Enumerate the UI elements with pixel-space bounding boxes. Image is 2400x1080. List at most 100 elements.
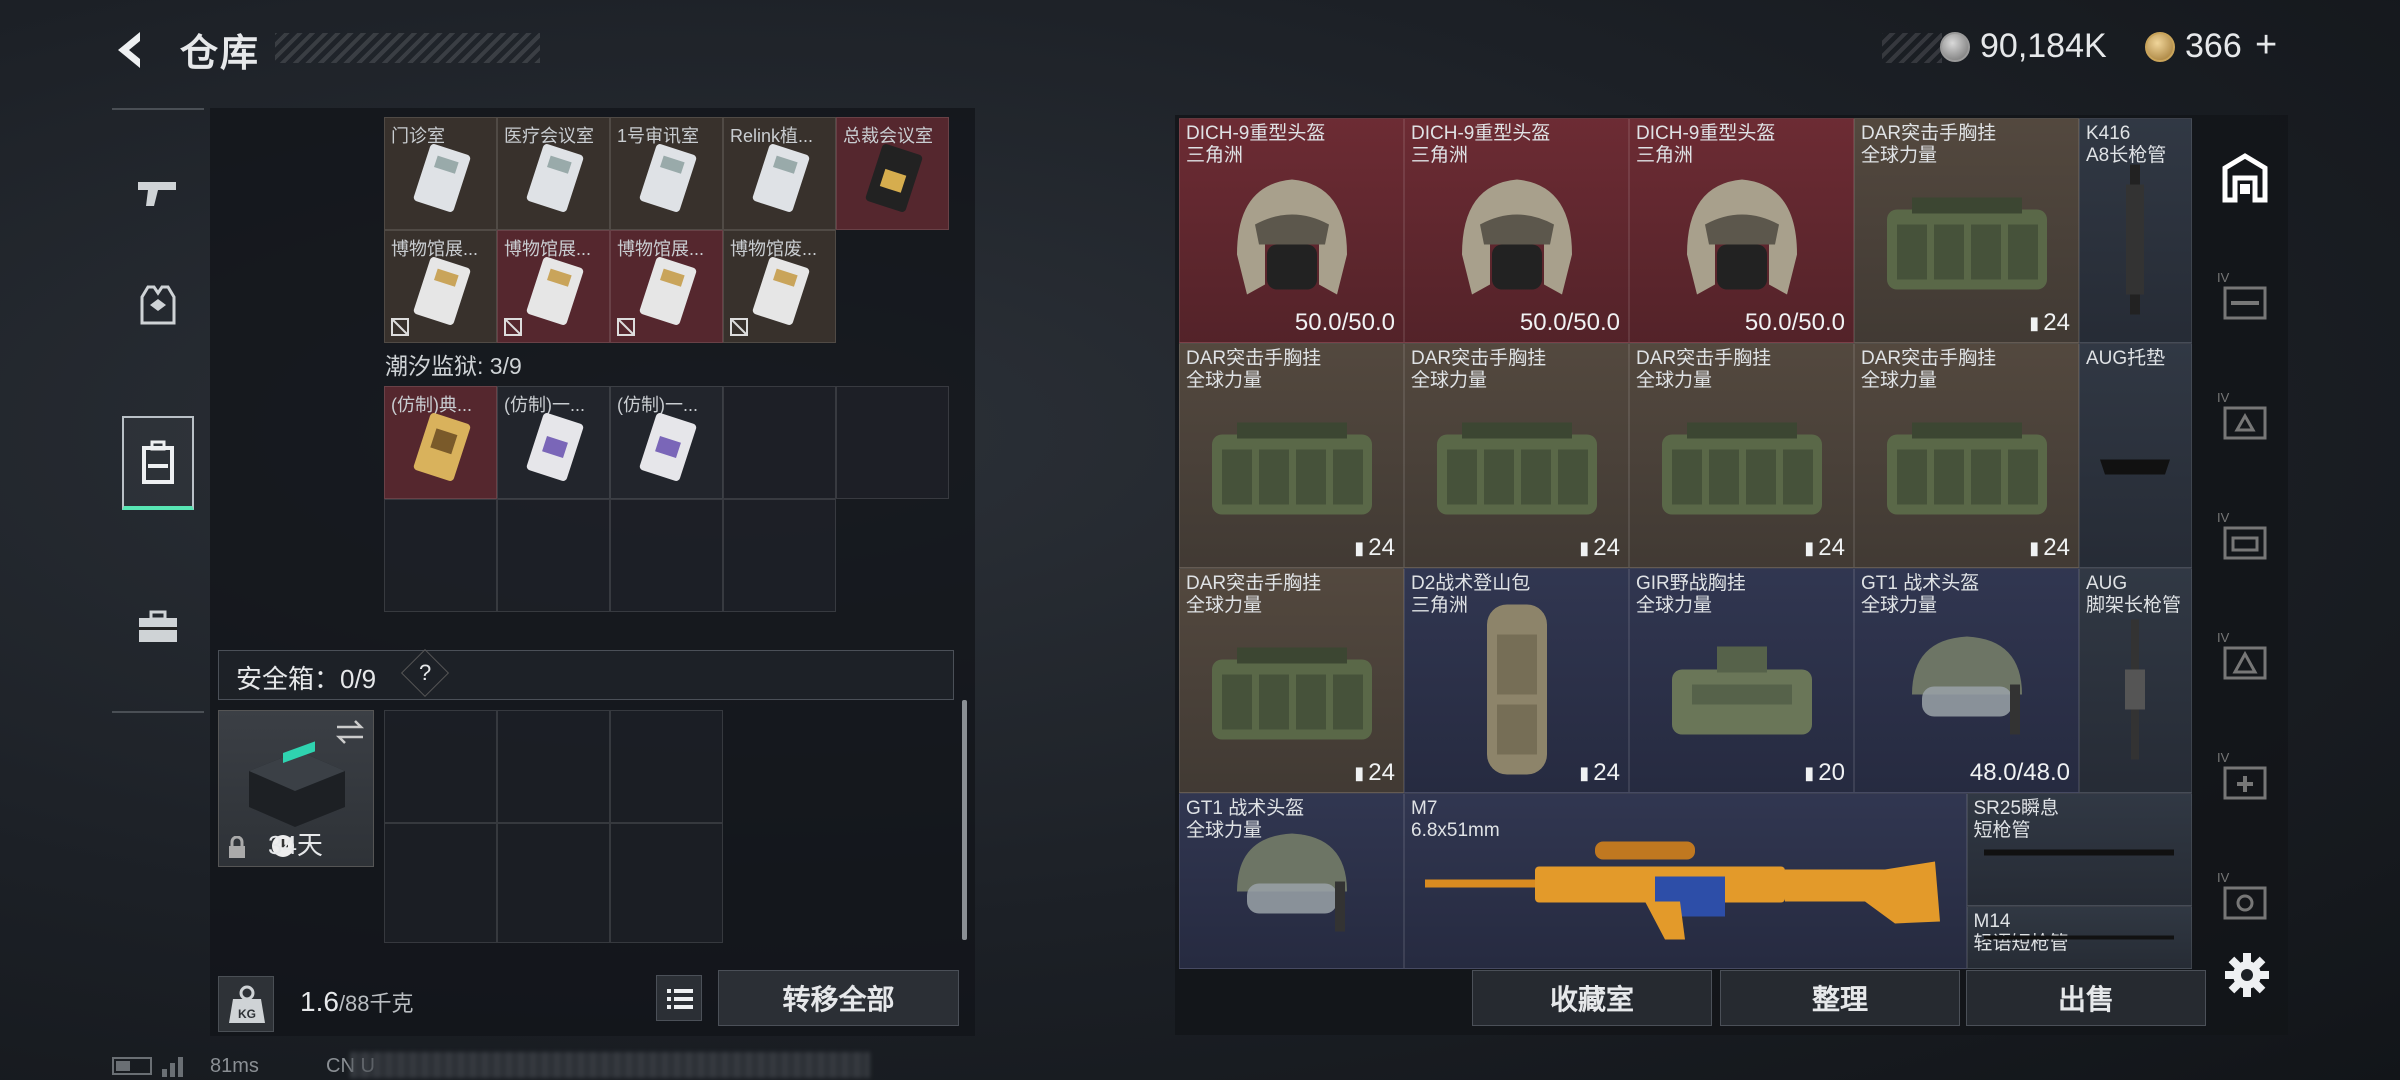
item-name: DAR突击手胸挂	[1861, 348, 1997, 369]
empty-slot[interactable]	[384, 499, 497, 612]
item-value: 50.0/50.0	[1745, 309, 1845, 337]
helmet-tac-icon	[1892, 624, 2042, 759]
empty-slot[interactable]	[723, 499, 836, 612]
helmet-heavy-icon	[1657, 164, 1827, 319]
empty-slot[interactable]	[723, 386, 836, 499]
settings-gear-icon[interactable]	[2222, 950, 2272, 1000]
keycard-slot[interactable]: 总裁会议室	[836, 117, 949, 230]
safe-case-icon	[249, 741, 345, 827]
storage-item-slot[interactable]: DICH-9重型头盔 三角洲 50.0/50.0	[1404, 118, 1629, 343]
left-scrollbar[interactable]	[962, 700, 967, 940]
nav-storage[interactable]	[122, 416, 194, 510]
sell-button[interactable]: 出售	[1966, 970, 2206, 1026]
barrel2-icon	[2115, 619, 2155, 764]
swap-icon[interactable]	[335, 719, 365, 745]
storage-item-slot[interactable]: GT1 战术头盔 全球力量 48.0/48.0	[1854, 568, 2079, 793]
storage-item-slot[interactable]: DICH-9重型头盔 三角洲 50.0/50.0	[1629, 118, 1854, 343]
storage-tab-iv-1[interactable]: IV	[2215, 268, 2275, 328]
item-value: ▮ 24	[2029, 534, 2070, 562]
currency-stripe-decoration	[1882, 33, 1942, 63]
empty-slot[interactable]	[384, 823, 497, 943]
storage-tab-iv-2[interactable]: IV	[2215, 388, 2275, 448]
keycard-slot[interactable]: 门诊室	[384, 117, 497, 230]
nav-weapons[interactable]	[122, 146, 194, 240]
storage-item-slot[interactable]: DICH-9重型头盔 三角洲 50.0/50.0	[1179, 118, 1404, 343]
vest-icon	[1197, 629, 1387, 754]
empty-slot[interactable]	[384, 710, 497, 823]
collection-room-button[interactable]: 收藏室	[1472, 970, 1712, 1026]
no-insure-icon	[391, 318, 409, 336]
item-subtitle: 脚架长枪管	[2086, 595, 2182, 616]
keycard-gold-icon	[865, 144, 923, 212]
empty-slot[interactable]	[610, 499, 723, 612]
barrel-icon	[2110, 164, 2160, 319]
item-value-text: 24	[2043, 309, 2070, 336]
storage-item-slot[interactable]: M7 6.8x51mm	[1404, 793, 1967, 969]
item-name: GT1 战术头盔	[1186, 798, 1305, 819]
transfer-all-button[interactable]: 转移全部	[718, 970, 959, 1026]
keycard-slot[interactable]: 博物馆展...	[384, 230, 497, 343]
item-name: D2战术登山包	[1411, 573, 1531, 594]
item-subtitle: 全球力量	[1186, 595, 1263, 616]
item-name: DICH-9重型头盔	[1411, 123, 1551, 144]
backpack-icon	[142, 440, 174, 484]
storage-item-slot[interactable]: DAR突击手胸挂 全球力量 ▮ 24	[1854, 343, 2079, 568]
empty-slot[interactable]	[497, 710, 610, 823]
storage-tab-iv-6[interactable]: IV	[2215, 868, 2275, 928]
keycard-icon	[526, 257, 584, 325]
keycard-gold-icon	[413, 413, 471, 481]
keycard-slot[interactable]: 1号审讯室	[610, 117, 723, 230]
storage-item-slot[interactable]: GIR野战胸挂 全球力量 ▮ 20	[1629, 568, 1854, 793]
storage-item-slot[interactable]: DAR突击手胸挂 全球力量 ▮ 24	[1629, 343, 1854, 568]
empty-slot[interactable]	[497, 499, 610, 612]
keycard-icon	[752, 257, 810, 325]
equipment-tab-icon: IV	[2217, 390, 2267, 440]
lock-icon	[229, 836, 245, 858]
storage-item-slot[interactable]: DAR突击手胸挂 全球力量 ▮ 24	[1179, 568, 1404, 793]
storage-item-slot[interactable]: DAR突击手胸挂 全球力量 ▮ 24	[1179, 343, 1404, 568]
storage-tab-iv-5[interactable]: IV	[2215, 748, 2275, 808]
storage-item-slot[interactable]: DAR突击手胸挂 全球力量 ▮ 24	[1404, 343, 1629, 568]
keycard-purple-icon	[639, 413, 697, 481]
safe-box-label: 安全箱：0/9	[236, 664, 377, 694]
keycard-icon	[639, 144, 697, 212]
keycard-slot[interactable]: 博物馆废...	[723, 230, 836, 343]
weight-icon: KG	[218, 976, 274, 1032]
storage-item-slot[interactable]: D2战术登山包 三角洲 ▮ 24	[1404, 568, 1629, 793]
storage-item-slot[interactable]: SR25瞬息 短枪管	[1966, 793, 2192, 906]
triangle-tab-icon: IV	[2217, 630, 2267, 680]
storage-item-slot[interactable]: AUG托垫	[2079, 343, 2192, 568]
item-name: DAR突击手胸挂	[1186, 573, 1322, 594]
keycard-slot[interactable]: 博物馆展...	[497, 230, 610, 343]
keycard-slot[interactable]: 博物馆展...	[610, 230, 723, 343]
nav-equipment[interactable]	[122, 258, 194, 352]
sort-button[interactable]: 整理	[1720, 970, 1960, 1026]
storage-item-slot[interactable]: DAR突击手胸挂 全球力量 ▮ 24	[1854, 118, 2079, 343]
item-name: K416	[2086, 123, 2131, 144]
storage-item-slot[interactable]: AUG 脚架长枪管	[2079, 568, 2192, 793]
item-value-text: 20	[1818, 759, 1845, 786]
keycard-slot[interactable]: (仿制)典...	[384, 386, 497, 499]
nav-toolbox[interactable]	[122, 580, 194, 674]
storage-tab-iv-3[interactable]: IV	[2215, 508, 2275, 568]
empty-slot[interactable]	[836, 386, 949, 499]
keycard-purple-icon	[526, 413, 584, 481]
storage-item-slot[interactable]: M14 轻语短枪管	[1966, 905, 2192, 969]
keycard-slot[interactable]: 医疗会议室	[497, 117, 610, 230]
back-arrow-icon[interactable]	[110, 28, 154, 72]
storage-item-slot[interactable]: GT1 战术头盔 全球力量	[1179, 793, 1404, 969]
storage-tab-home[interactable]	[2215, 148, 2275, 208]
empty-slot[interactable]	[497, 823, 610, 943]
empty-slot[interactable]	[610, 823, 723, 943]
keycard-slot[interactable]: Relink植...	[723, 117, 836, 230]
item-value-text: 24	[1368, 534, 1395, 561]
storage-tab-iv-4[interactable]: IV	[2215, 628, 2275, 688]
add-currency-button[interactable]: +	[2255, 24, 2277, 67]
item-subtitle: 三角洲	[1411, 595, 1469, 616]
empty-slot[interactable]	[610, 710, 723, 823]
list-view-button[interactable]	[656, 975, 702, 1021]
keycard-slot[interactable]: (仿制)一...	[610, 386, 723, 499]
keycard-slot[interactable]: (仿制)一...	[497, 386, 610, 499]
storage-item-slot[interactable]: K416 A8长枪管	[2079, 118, 2192, 343]
vest-icon	[1197, 404, 1387, 529]
